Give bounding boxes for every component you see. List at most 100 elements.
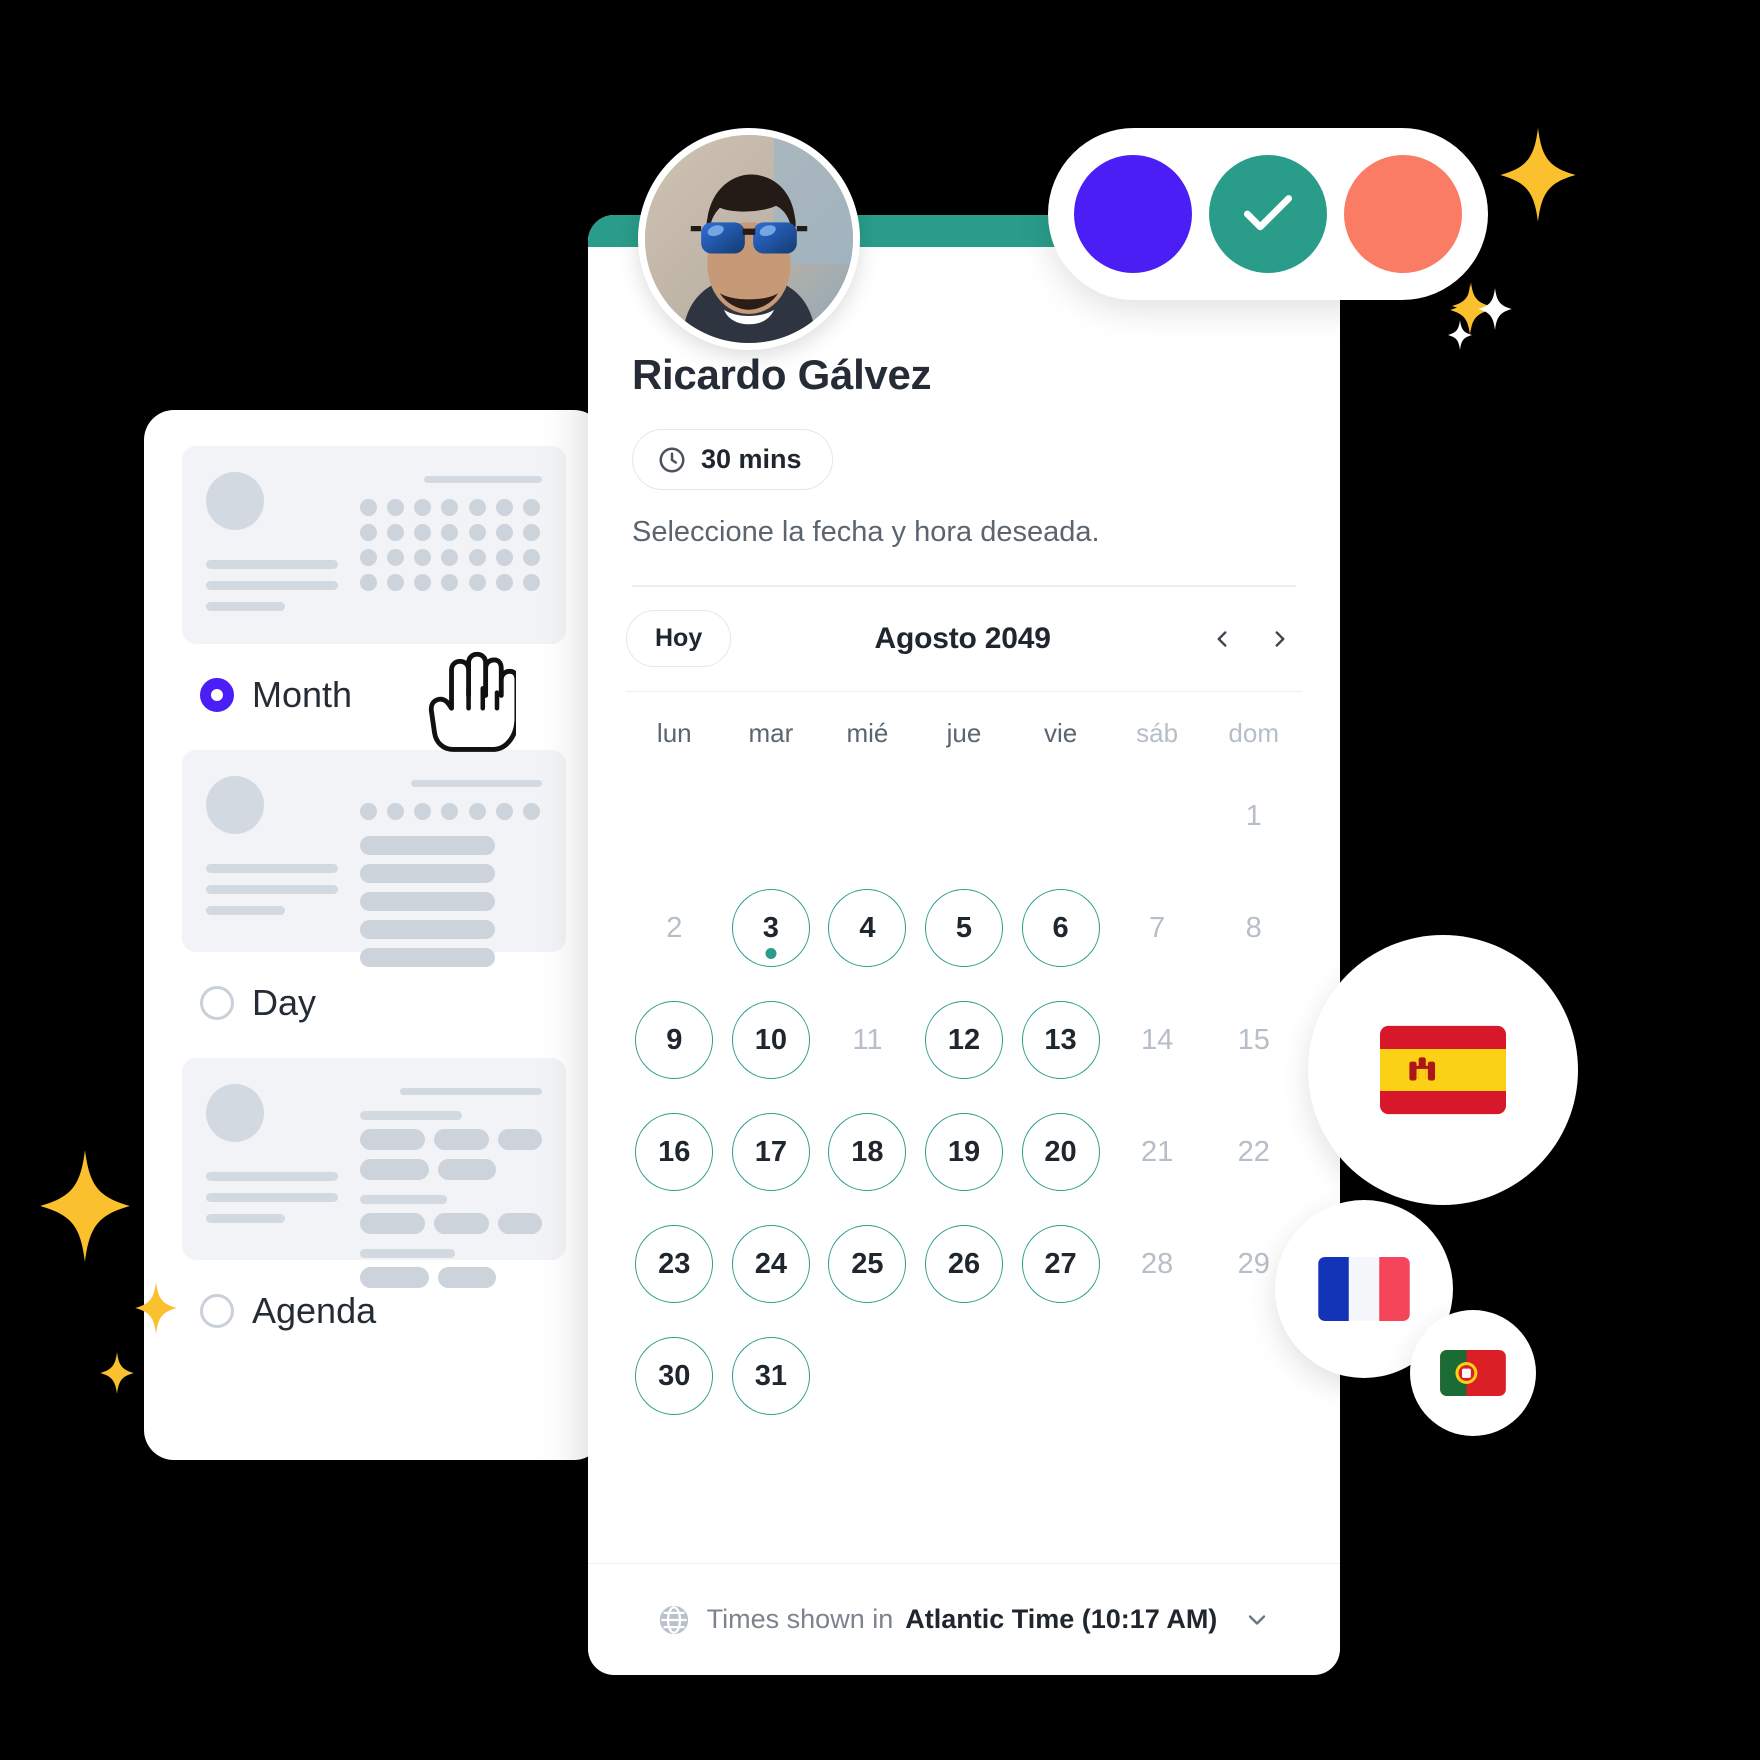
calendar-cell: 11 bbox=[819, 995, 916, 1085]
calendar-day-available[interactable]: 23 bbox=[635, 1225, 714, 1303]
calendar-day-available[interactable]: 18 bbox=[828, 1113, 907, 1191]
sparkle-icon bbox=[1448, 320, 1472, 350]
calendar-cell: 14 bbox=[1109, 995, 1206, 1085]
preview-day-left bbox=[206, 776, 338, 926]
calendar-cell: 23 bbox=[626, 1219, 723, 1309]
chevron-down-icon[interactable] bbox=[1243, 1606, 1271, 1634]
calendar-cell bbox=[1012, 771, 1109, 861]
preview-day bbox=[182, 750, 566, 967]
calendar-cell bbox=[916, 1331, 1013, 1421]
calendar-week-row: 1 bbox=[626, 771, 1302, 861]
calendar-day-available[interactable]: 12 bbox=[924, 1001, 1003, 1079]
duration-badge: 30 mins bbox=[632, 429, 833, 490]
color-swatch-teal-selected[interactable] bbox=[1209, 155, 1327, 273]
calendar-day-available[interactable]: 31 bbox=[731, 1337, 810, 1415]
calendar-day-available[interactable]: 16 bbox=[635, 1113, 714, 1191]
sparkle-icon bbox=[1500, 128, 1576, 222]
timezone-footer[interactable]: Times shown in Atlantic Time (10:17 AM) bbox=[588, 1563, 1340, 1675]
calendar-cell: 24 bbox=[723, 1219, 820, 1309]
view-option-label-month: Month bbox=[252, 674, 353, 715]
calendar-day-disabled: 14 bbox=[1140, 1023, 1174, 1056]
skeleton-line bbox=[206, 602, 286, 611]
view-option-agenda[interactable]: Agenda bbox=[200, 1290, 566, 1332]
calendar-day-available[interactable]: 9 bbox=[635, 1001, 714, 1079]
calendar-day-disabled: 15 bbox=[1237, 1023, 1270, 1056]
sparkle-icon bbox=[100, 1352, 134, 1394]
calendar-cell: 4 bbox=[819, 883, 916, 973]
check-icon bbox=[1243, 195, 1293, 231]
view-option-day[interactable]: Day bbox=[200, 982, 566, 1024]
color-picker bbox=[1048, 128, 1488, 300]
calendar-week-row: 9 10 11 12 13 14 15 bbox=[626, 995, 1302, 1085]
hand-cursor-icon bbox=[428, 651, 516, 752]
calendar-day-disabled: 1 bbox=[1245, 799, 1262, 832]
calendar-month-title: Agosto 2049 bbox=[874, 621, 1051, 655]
skeleton-avatar bbox=[206, 472, 264, 530]
calendar-day-available[interactable]: 13 bbox=[1021, 1001, 1100, 1079]
calendar-day-disabled: 2 bbox=[666, 911, 683, 944]
avatar bbox=[638, 128, 860, 350]
calendar-day-available[interactable]: 19 bbox=[924, 1113, 1003, 1191]
instruction-text: Seleccione la fecha y hora deseada. bbox=[632, 516, 1100, 548]
calendar-day-available[interactable]: 17 bbox=[731, 1113, 810, 1191]
chevron-right-icon bbox=[1275, 630, 1285, 647]
radio-agenda[interactable] bbox=[200, 1294, 234, 1328]
calendar-day-available[interactable]: 27 bbox=[1021, 1225, 1100, 1303]
preview-agenda-left bbox=[206, 1084, 338, 1234]
today-indicator-dot bbox=[765, 948, 777, 959]
calendar-day-available[interactable]: 4 bbox=[828, 889, 907, 967]
today-button[interactable]: Hoy bbox=[626, 610, 732, 667]
skeleton-line bbox=[206, 581, 338, 590]
calendar-cell: 17 bbox=[723, 1107, 820, 1197]
preview-month-grid bbox=[360, 472, 542, 618]
calendar-cell: 2 bbox=[626, 883, 723, 973]
color-swatch-purple[interactable] bbox=[1074, 155, 1192, 273]
calendar-day-available[interactable]: 25 bbox=[828, 1225, 907, 1303]
calendar-cell: 3 bbox=[723, 883, 820, 973]
calendar-day-available[interactable]: 24 bbox=[731, 1225, 810, 1303]
weekday-label: mié bbox=[846, 718, 889, 748]
sparkle-icon bbox=[40, 1150, 130, 1262]
calendar-day-disabled: 21 bbox=[1140, 1135, 1174, 1168]
radio-month[interactable] bbox=[200, 678, 234, 712]
calendar-cell: 1 bbox=[1205, 771, 1302, 861]
france-flag-icon bbox=[1318, 1257, 1410, 1321]
page-title: Ricardo Gálvez bbox=[632, 351, 932, 398]
preview-agenda-list bbox=[360, 1084, 542, 1288]
color-swatch-coral[interactable] bbox=[1344, 155, 1462, 273]
preview-month bbox=[182, 446, 566, 644]
calendar-cell: 16 bbox=[626, 1107, 723, 1197]
skeleton-line bbox=[206, 560, 338, 569]
calendar-day-available[interactable]: 10 bbox=[731, 1001, 810, 1079]
prev-month-button[interactable] bbox=[1200, 617, 1244, 661]
weekday-header: lun mar mié jue vie sáb dom bbox=[626, 718, 1302, 749]
weekday-label: sáb bbox=[1136, 718, 1179, 748]
duration-label: 30 mins bbox=[701, 444, 802, 474]
calendar-grid: 1 2 3 4 5 6 7 8 9 10 11 12 13 14 15 16 17 18 19 20 21 22 23 24 2… bbox=[626, 771, 1302, 1421]
calendar-day-disabled: 11 bbox=[852, 1023, 883, 1056]
calendar-day-available[interactable]: 5 bbox=[924, 889, 1003, 967]
spain-flag-icon bbox=[1380, 1025, 1506, 1115]
weekday-label: dom bbox=[1228, 718, 1279, 748]
next-month-button[interactable] bbox=[1258, 617, 1302, 661]
booking-card: Ricardo Gálvez 30 mins Seleccione la fec… bbox=[588, 215, 1340, 1675]
calendar-day-available[interactable]: 30 bbox=[635, 1337, 714, 1415]
timezone-prefix: Times shown in bbox=[706, 1604, 894, 1634]
calendar-cell: 12 bbox=[916, 995, 1013, 1085]
calendar-day-available[interactable]: 6 bbox=[1021, 889, 1100, 967]
calendar-day-available[interactable]: 26 bbox=[924, 1225, 1003, 1303]
calendar-day-disabled: 28 bbox=[1140, 1247, 1174, 1280]
sparkle-icon bbox=[1478, 288, 1512, 330]
calendar-cell bbox=[1012, 1331, 1109, 1421]
preview-month-left bbox=[206, 472, 338, 618]
radio-day[interactable] bbox=[200, 986, 234, 1020]
calendar-week-row: 2 3456 7 8 bbox=[626, 883, 1302, 973]
calendar-day-available[interactable]: 20 bbox=[1021, 1113, 1100, 1191]
calendar-day-disabled: 22 bbox=[1237, 1135, 1270, 1168]
calendar-cell bbox=[819, 771, 916, 861]
screenshot-stage: Month Day Agenda Ricardo Gálvez 30 mins … bbox=[0, 0, 1760, 1760]
calendar-cell bbox=[819, 1331, 916, 1421]
calendar-cell bbox=[1109, 771, 1206, 861]
locale-bubble-spain[interactable] bbox=[1308, 935, 1578, 1205]
calendar-day-available[interactable]: 3 bbox=[731, 889, 810, 967]
